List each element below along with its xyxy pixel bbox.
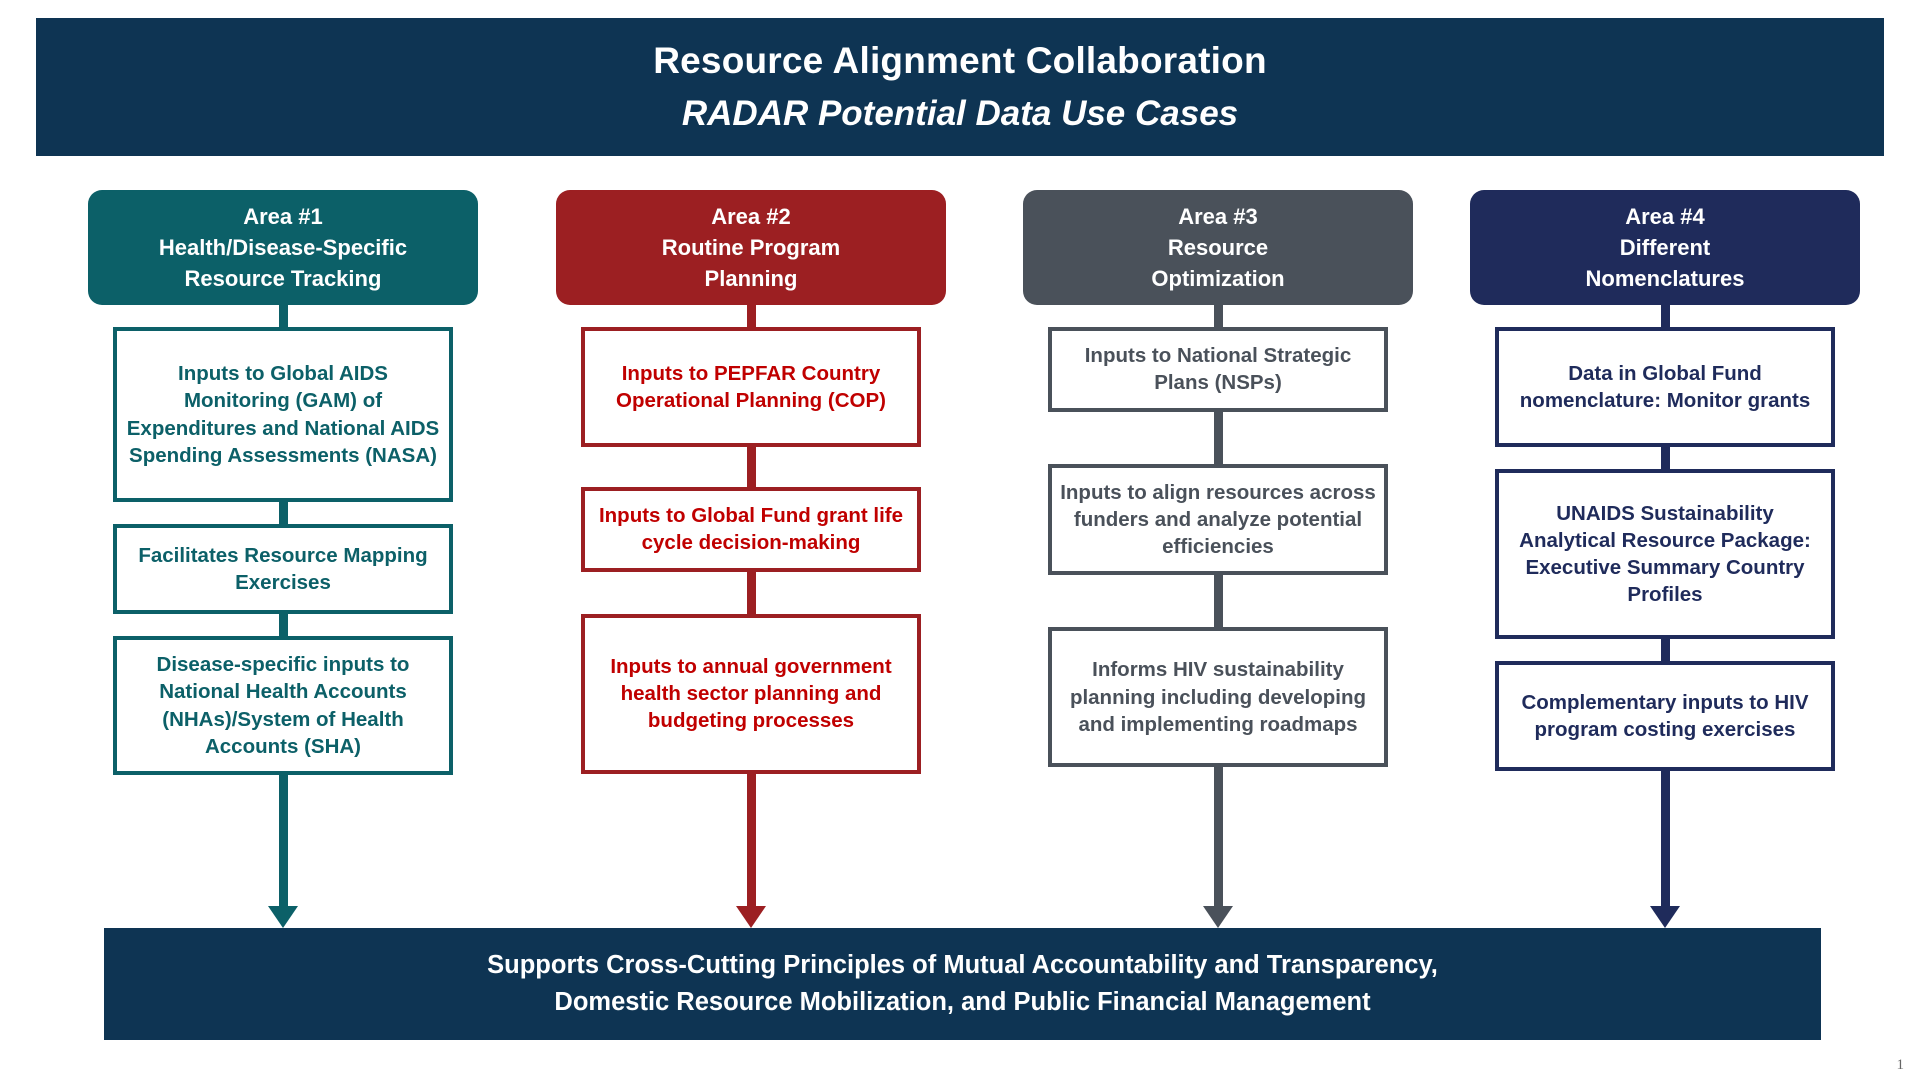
connector-stem [1213, 411, 1223, 464]
area-header-label: Area #3 Resource Optimization [1151, 203, 1285, 292]
use-case-label: Complementary inputs to HIV program cost… [1521, 690, 1809, 741]
use-case-label: Inputs to align resources across funders… [1060, 480, 1376, 559]
down-arrow [581, 773, 921, 928]
use-case-box[interactable]: Disease-specific inputs to National Heal… [113, 636, 453, 775]
arrow-head [1650, 906, 1680, 928]
arrow-shaft [278, 775, 288, 906]
use-case-box[interactable]: Informs HIV sustainability planning incl… [1048, 627, 1388, 768]
use-case-box[interactable]: Data in Global Fund nomenclature: Monito… [1495, 327, 1835, 447]
arrow-shaft [746, 773, 756, 906]
area-header-4[interactable]: Area #4 Different Nomenclatures [1470, 190, 1860, 305]
connector-stem [278, 502, 288, 524]
area-header-2[interactable]: Area #2 Routine Program Planning [556, 190, 946, 305]
connector-stem [278, 305, 288, 327]
connector-stem [1213, 305, 1223, 327]
use-case-label: Facilitates Resource Mapping Exercises [138, 543, 428, 594]
connector-stem [1213, 575, 1223, 628]
use-case-label: Informs HIV sustainability planning incl… [1069, 658, 1367, 736]
area-header-3[interactable]: Area #3 Resource Optimization [1023, 190, 1413, 305]
area-column-4: Area #4 Different Nomenclatures Data in Glo… [1470, 190, 1860, 928]
connector-stem [746, 305, 756, 327]
use-case-box[interactable]: Inputs to align resources across funders… [1048, 463, 1388, 576]
area-header-label: Area #1 Health/Disease-Specific Resource T… [158, 203, 408, 292]
area-header-label: Area #4 Different Nomenclatures [1585, 203, 1745, 292]
down-arrow [113, 775, 453, 928]
footer-line-2: Domestic Resource Mobilization, and Publ… [554, 988, 1371, 1016]
arrow-shaft [1660, 771, 1670, 906]
connector-stem [746, 571, 756, 614]
use-case-label: Data in Global Fund nomenclature: Monito… [1519, 361, 1811, 412]
use-case-label: Inputs to annual government health secto… [610, 654, 892, 733]
title-banner: Resource Alignment Collaboration RADAR P… [36, 18, 1884, 156]
connector-stem [1660, 305, 1670, 327]
down-arrow [1048, 767, 1388, 928]
page-title: Resource Alignment Collaboration [653, 39, 1267, 81]
use-case-box[interactable]: Inputs to National Strategic Plans (NSPs… [1048, 327, 1388, 412]
footer-banner: Supports Cross-Cutting Principles of Mut… [104, 928, 1821, 1040]
connector-stem [1660, 639, 1670, 661]
arrow-shaft [1213, 767, 1223, 906]
use-case-label: Inputs to Global AIDS Monitoring (GAM) o… [126, 362, 440, 467]
use-case-box[interactable]: UNAIDS Sustainability Analytical Resourc… [1495, 469, 1835, 639]
footer-line-1: Supports Cross-Cutting Principles of Mut… [487, 951, 1438, 980]
page-number: 1 [1896, 1057, 1905, 1073]
use-case-box[interactable]: Inputs to PEPFAR Country Operational Pla… [581, 327, 921, 447]
use-case-box[interactable]: Inputs to Global Fund grant life cycle d… [581, 487, 921, 572]
use-case-columns: Area #1 Health/Disease-Specific Resource T… [0, 190, 1920, 928]
connector-stem [746, 447, 756, 487]
use-case-box[interactable]: Complementary inputs to HIV program cost… [1495, 661, 1835, 771]
use-case-box[interactable]: Inputs to annual government health secto… [581, 613, 921, 774]
page-subtitle: RADAR Potential Data Use Cases [681, 94, 1239, 134]
use-case-box[interactable]: Facilitates Resource Mapping Exercises [113, 524, 453, 614]
area-column-2: Area #2 Routine Program Planning Inputs to … [556, 190, 946, 928]
use-case-label: Inputs to PEPFAR Country Operational Pla… [616, 361, 886, 412]
area-column-1: Area #1 Health/Disease-Specific Resource T… [88, 190, 478, 928]
arrow-head [736, 906, 766, 928]
connector-stem [1660, 447, 1670, 469]
down-arrow [1495, 771, 1835, 928]
area-header-1[interactable]: Area #1 Health/Disease-Specific Resource T… [88, 190, 478, 305]
area-column-3: Area #3 Resource Optimization Inputs to Nat… [1023, 190, 1413, 928]
use-case-label: Inputs to Global Fund grant life cycle d… [598, 504, 904, 555]
use-case-label: Disease-specific inputs to National Heal… [156, 653, 410, 758]
arrow-head [268, 906, 298, 928]
connector-stem [278, 614, 288, 636]
arrow-head [1203, 906, 1233, 928]
use-case-box[interactable]: Inputs to Global AIDS Monitoring (GAM) o… [113, 327, 453, 502]
use-case-label: UNAIDS Sustainability Analytical Resourc… [1519, 501, 1811, 607]
area-header-label: Area #2 Routine Program Planning [661, 203, 841, 292]
use-case-label: Inputs to National Strategic Plans (NSPs… [1084, 344, 1352, 395]
